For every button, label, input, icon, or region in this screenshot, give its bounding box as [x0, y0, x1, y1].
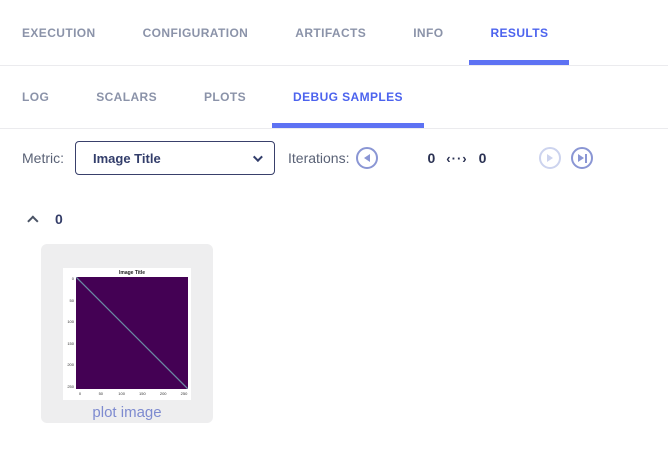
plot-title: Image Title: [118, 270, 146, 276]
iterations-label: Iterations:: [288, 150, 350, 166]
sample-thumbnail: Image Title 0 50 100 150 200 250 0 50 10…: [63, 268, 191, 400]
tab-artifacts[interactable]: ARTIFACTS: [295, 0, 366, 65]
debug-sample-card[interactable]: Image Title 0 50 100 150 200 250 0 50 10…: [41, 244, 213, 423]
collapse-chevron-up-icon[interactable]: [27, 215, 39, 227]
plot-x-axis-ticks: 0 50 100 150 200 250: [78, 391, 188, 396]
arrow-left-icon: [364, 154, 371, 162]
controls-row: Metric: Image Title Iterations: 0 ‹··› 0: [0, 129, 668, 181]
chevron-down-icon: [252, 151, 263, 162]
tab-results[interactable]: RESULTS: [469, 0, 570, 65]
metric-group-header: 0: [27, 211, 668, 227]
active-tab-indicator: [469, 60, 570, 65]
tab-debug-samples[interactable]: DEBUG SAMPLES: [272, 66, 424, 128]
tab-log[interactable]: LOG: [22, 66, 49, 128]
iteration-min-value: 0: [427, 150, 436, 166]
next-iteration-button[interactable]: [539, 147, 562, 169]
tab-scalars[interactable]: SCALARS: [96, 66, 157, 128]
active-tab-indicator: [272, 123, 424, 128]
tab-info[interactable]: INFO: [413, 0, 443, 65]
metric-group-title: 0: [55, 211, 63, 227]
sample-image: [76, 277, 188, 389]
metric-select[interactable]: Image Title: [75, 141, 275, 175]
sample-caption: plot image: [92, 404, 162, 421]
arrow-right-icon: [547, 154, 554, 162]
last-iteration-button[interactable]: [571, 147, 594, 169]
metric-label: Metric:: [22, 150, 64, 166]
plot-y-axis-ticks: 0 50 100 150 200 250: [67, 276, 74, 389]
secondary-tab-bar: LOG SCALARS PLOTS DEBUG SAMPLES: [0, 66, 668, 129]
tab-configuration[interactable]: CONFIGURATION: [143, 0, 249, 65]
previous-iteration-button[interactable]: [356, 147, 379, 169]
primary-tab-bar: EXECUTION CONFIGURATION ARTIFACTS INFO R…: [0, 0, 668, 66]
iteration-max-value: 0: [478, 150, 487, 166]
tab-plots[interactable]: PLOTS: [204, 66, 246, 128]
diagonal-line: [76, 277, 188, 389]
skip-to-end-icon: [577, 154, 584, 162]
tab-execution[interactable]: EXECUTION: [22, 0, 96, 65]
range-arrow-icon: ‹··›: [446, 150, 468, 166]
metric-select-value: Image Title: [93, 150, 161, 166]
